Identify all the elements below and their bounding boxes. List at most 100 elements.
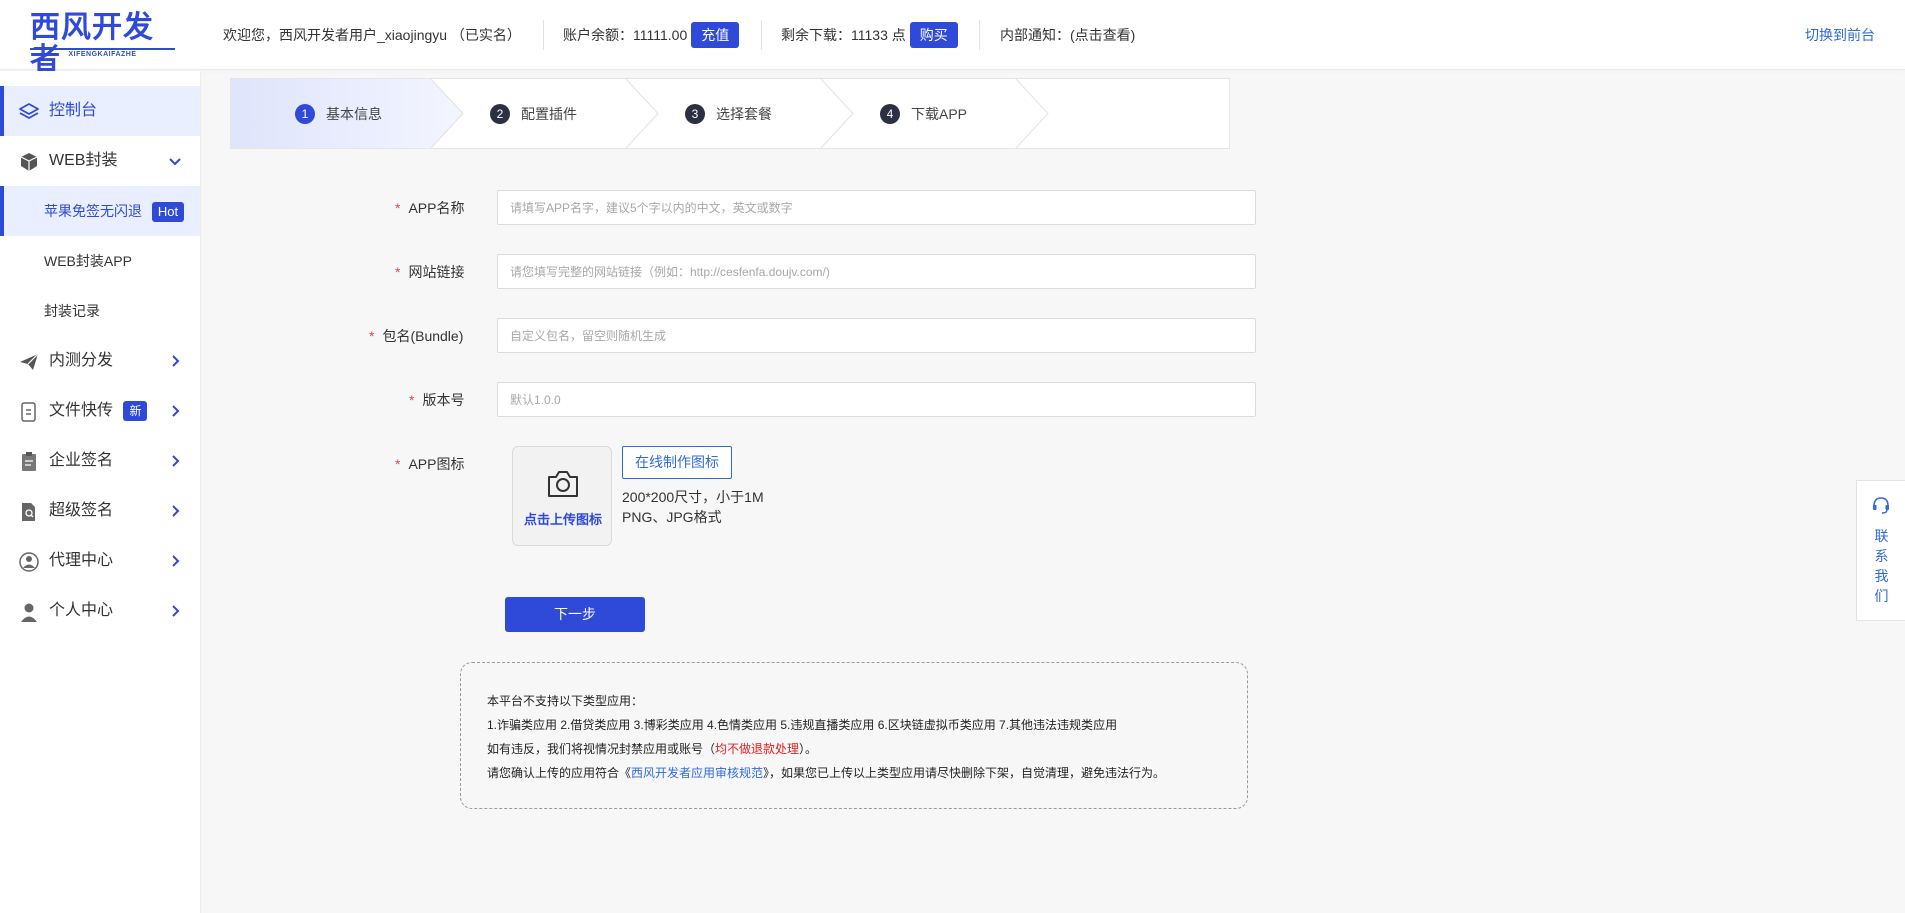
- site-link-input[interactable]: [497, 254, 1256, 289]
- contact-us-text: 联 系 我 们: [1857, 526, 1905, 606]
- online-make-icon-button[interactable]: 在线制作图标: [622, 446, 732, 479]
- step-number: 4: [880, 103, 900, 124]
- buy-button[interactable]: 购买: [909, 22, 958, 48]
- balance-group: 账户余额：11111.00 充值: [563, 0, 740, 70]
- sidebar-item-label: 个人中心: [49, 602, 114, 619]
- sidebar-item-label: 代理中心: [49, 552, 114, 569]
- agent-icon: [19, 552, 39, 572]
- layers-icon: [19, 103, 39, 119]
- notice-line: 如有违反，我们将视情况封禁应用或账号（均不做退款处理）。: [487, 737, 1247, 761]
- header-divider: [543, 20, 544, 50]
- required-mark: *: [395, 456, 401, 472]
- step-label: 基本信息: [326, 105, 382, 122]
- sidebar-subitem-apple-nosign[interactable]: 苹果免签无闪退 Hot: [0, 186, 200, 236]
- sidebar-item-file-transfer[interactable]: 文件快传 新: [0, 386, 200, 436]
- sidebar-subitem-label: WEB封装APP: [44, 253, 132, 269]
- step-choose-package[interactable]: 3 选择套餐: [685, 79, 772, 148]
- notice-text: ）。: [799, 742, 818, 756]
- required-mark: *: [395, 264, 401, 280]
- contact-us-widget[interactable]: 联 系 我 们: [1856, 480, 1905, 621]
- chevron-right-icon: [172, 405, 180, 417]
- notice-line: 本平台不支持以下类型应用：: [487, 694, 644, 708]
- sidebar-item-agent-center[interactable]: 代理中心: [0, 536, 200, 586]
- contact-char: 们: [1874, 588, 1889, 604]
- camera-icon: [548, 471, 578, 497]
- sidebar-item-web-wrap[interactable]: WEB封装: [0, 136, 200, 186]
- chevron-right-icon: [172, 455, 180, 467]
- header-divider: [979, 20, 980, 50]
- sidebar-item-label: 内测分发: [49, 352, 114, 369]
- label-text: APP名称: [408, 200, 465, 216]
- notice-line: 1.诈骗类应用 2.借贷类应用 3.博彩类应用 4.色情类应用 5.违规直播类应…: [487, 718, 1118, 732]
- required-mark: *: [369, 328, 375, 344]
- required-mark: *: [409, 392, 415, 408]
- logo-subtext: XIFENGKAIFAZHE: [30, 48, 175, 58]
- sidebar-item-console[interactable]: 控制台: [0, 86, 200, 136]
- balance-label: 账户余额：11111.00: [563, 27, 688, 43]
- label-text: 版本号: [422, 392, 465, 408]
- recharge-button[interactable]: 充值: [691, 22, 740, 48]
- sidebar-item-label: 控制台: [49, 102, 98, 119]
- bundle-label: * 包名(Bundle): [369, 326, 463, 346]
- chevron-right-icon: [172, 355, 180, 367]
- sidebar: 控制台 WEB封装 苹果免签无闪退 Hot WEB封装APP 封装记录 内测分发: [0, 71, 201, 913]
- cube-icon: [20, 153, 38, 171]
- app-icon-label: * APP图标: [395, 454, 464, 474]
- notice-line: 请您确认上传的应用符合《西风开发者应用审核规范》，如果您已上传以上类型应用请尽快…: [487, 761, 1247, 785]
- header-divider: [761, 20, 762, 50]
- next-step-button[interactable]: 下一步: [505, 597, 645, 632]
- step-progress-bar: 1 基本信息 2 配置插件 3 选择套餐 4 下载APP: [230, 78, 1230, 149]
- paper-plane-icon: [20, 353, 39, 370]
- chevron-down-icon: [169, 158, 181, 166]
- sidebar-subitem-label: 封装记录: [44, 303, 100, 319]
- step-download-app[interactable]: 4 下载APP: [880, 79, 967, 148]
- logo[interactable]: 西风开发者 XIFENGKAIFAZHE: [30, 12, 175, 76]
- icon-format-hint: PNG、JPG格式: [622, 509, 722, 525]
- label-text: APP图标: [408, 456, 465, 472]
- sidebar-item-super-sign[interactable]: 超级签名: [0, 486, 200, 536]
- downloads-group: 剩余下载：11133 点 购买: [781, 0, 958, 70]
- step-number: 3: [685, 103, 705, 124]
- sidebar-item-label: 文件快传 新: [49, 386, 148, 436]
- icon-size-hint: 200*200尺寸，小于1M: [622, 489, 764, 505]
- internal-notice-link[interactable]: 内部通知：(点击查看): [1000, 0, 1135, 70]
- sidebar-item-label: 企业签名: [49, 452, 114, 469]
- chevron-right-icon: [172, 505, 180, 517]
- review-guidelines-link[interactable]: 西风开发者应用审核规范: [631, 766, 763, 780]
- contact-char: 系: [1874, 548, 1889, 564]
- subitem-text: 苹果免签无闪退: [44, 203, 142, 219]
- step-label: 选择套餐: [716, 105, 772, 122]
- version-input[interactable]: [497, 382, 1256, 417]
- sidebar-item-beta-distribution[interactable]: 内测分发: [0, 336, 200, 386]
- notice-text: 》，如果您已上传以上类型应用请尽快删除下架，自觉清理，避免违法行为。: [763, 766, 1166, 780]
- switch-to-front-link[interactable]: 切换到前台: [1805, 0, 1875, 70]
- site-link-label: * 网站链接: [395, 262, 464, 282]
- label-text: 网站链接: [408, 264, 465, 280]
- upload-text: 点击上传图标: [523, 512, 602, 527]
- new-badge: 新: [123, 401, 148, 421]
- icon-upload-box[interactable]: 点击上传图标: [512, 446, 612, 546]
- sidebar-item-personal-center[interactable]: 个人中心: [0, 586, 200, 636]
- step-label: 配置插件: [521, 105, 577, 122]
- file-transfer-icon: [21, 402, 36, 422]
- document-search-icon: [22, 503, 35, 521]
- bundle-input[interactable]: [497, 318, 1256, 353]
- step-number: 1: [295, 103, 315, 124]
- sidebar-subitem-wrap-records[interactable]: 封装记录: [0, 286, 200, 336]
- step-config-plugins[interactable]: 2 配置插件: [490, 79, 577, 148]
- step-number: 2: [490, 103, 510, 124]
- sidebar-subitem-label: 苹果免签无闪退 Hot: [44, 186, 185, 236]
- app-name-label: * APP名称: [395, 198, 464, 218]
- logo-text: 西风开发者: [30, 10, 154, 77]
- sidebar-item-label: 超级签名: [49, 502, 114, 519]
- downloads-label: 剩余下载：11133 点: [781, 27, 906, 43]
- label-text: 包名(Bundle): [382, 328, 464, 344]
- item-text: 文件快传: [49, 402, 114, 419]
- policy-notice: 本平台不支持以下类型应用： 1.诈骗类应用 2.借贷类应用 3.博彩类应用 4.…: [460, 662, 1248, 809]
- welcome-text: 欢迎您，西风开发者用户_xiaojingyu （已实名）: [223, 27, 521, 43]
- step-basic-info[interactable]: 1 基本信息: [295, 79, 382, 148]
- top-header: 西风开发者 XIFENGKAIFAZHE 欢迎您，西风开发者用户_xiaojin…: [0, 0, 1905, 76]
- sidebar-item-enterprise-sign[interactable]: 企业签名: [0, 436, 200, 486]
- sidebar-subitem-web-app[interactable]: WEB封装APP: [0, 236, 200, 286]
- app-name-input[interactable]: [497, 190, 1256, 225]
